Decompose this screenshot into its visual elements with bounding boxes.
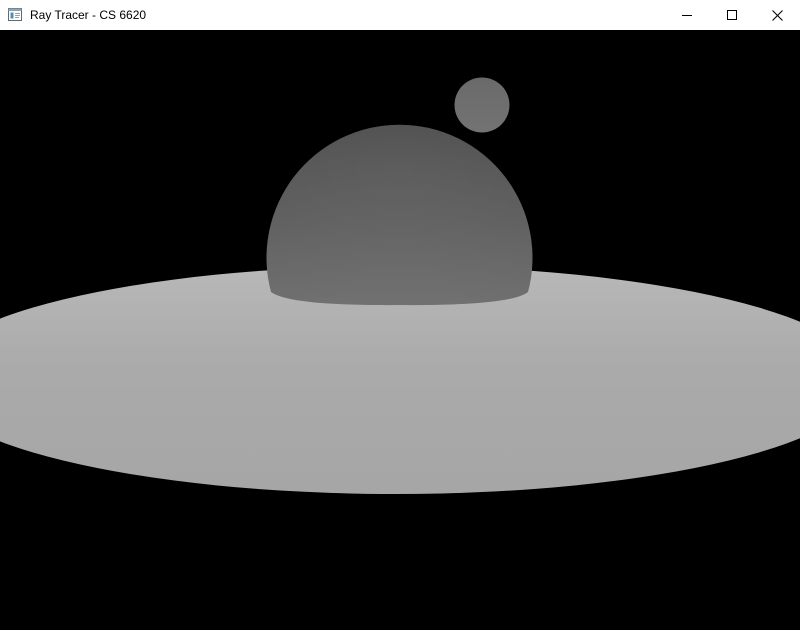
maximize-icon [726,10,737,20]
app-window-icon [8,8,22,21]
window-title: Ray Tracer - CS 6620 [30,8,147,22]
rendered-scene [0,77,800,494]
title-bar[interactable]: Ray Tracer - CS 6620 [0,0,800,30]
maximize-button[interactable] [709,0,754,30]
minimize-icon [681,10,692,20]
app-window: Ray Tracer - CS 6620 [0,0,800,630]
minimize-button[interactable] [664,0,709,30]
render-viewport [0,30,800,630]
large-sphere [266,124,533,306]
close-icon [772,9,783,21]
close-button[interactable] [755,0,800,30]
small-sphere [454,77,510,133]
